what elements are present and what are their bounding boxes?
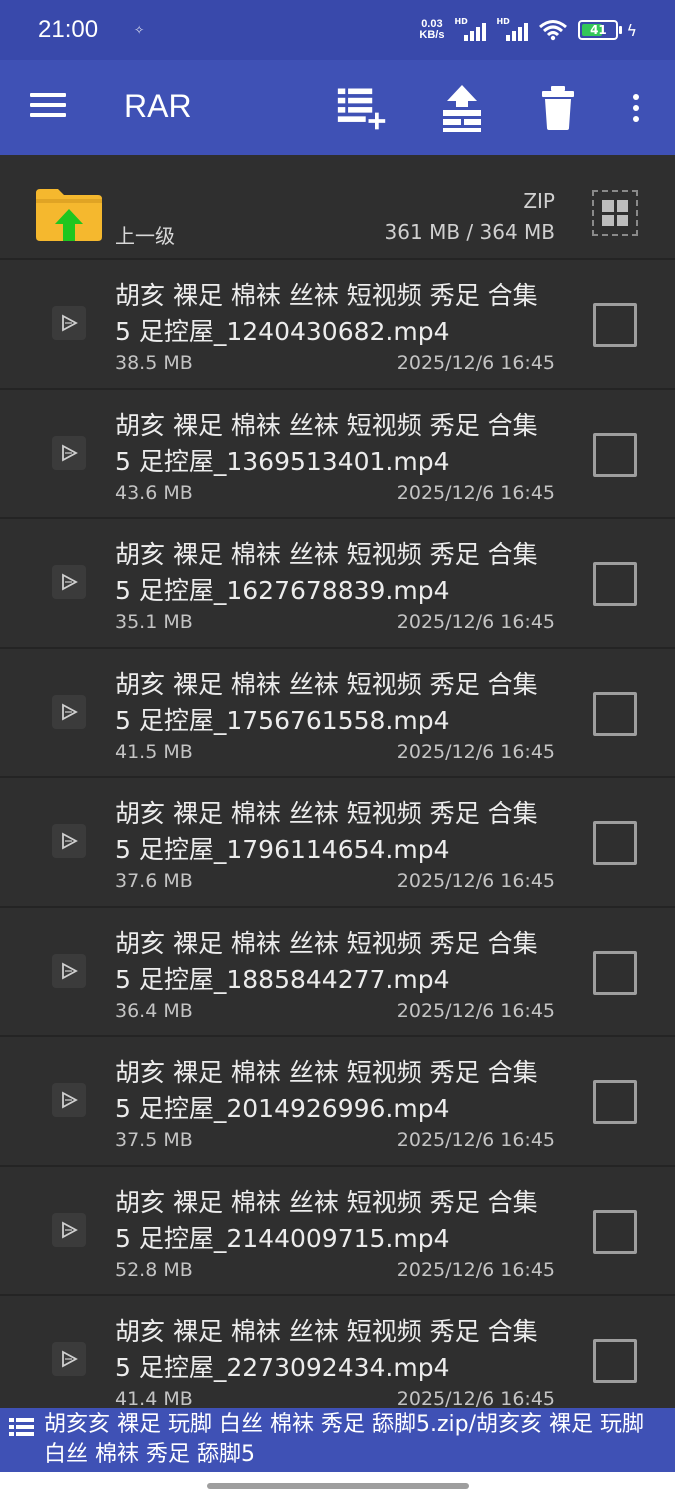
network-speed: 0.03 KB/s [419, 19, 444, 41]
file-name: 胡亥 裸足 棉袜 丝袜 短视频 秀足 合集 5 足控屋_2273092434.m… [115, 1317, 538, 1382]
file-size: 38.5 MB [115, 352, 193, 374]
gesture-bar-area [0, 1472, 675, 1500]
menu-button[interactable] [30, 93, 66, 123]
video-file-icon [52, 1212, 86, 1247]
path-bar: 胡亥亥 裸足 玩脚 白丝 棉袜 秀足 舔脚5.zip/胡亥亥 裸足 玩脚 白丝 … [0, 1408, 675, 1472]
file-select-checkbox[interactable] [593, 1209, 637, 1254]
video-file-icon [52, 565, 86, 599]
file-date: 2025/12/6 16:45 [396, 870, 555, 892]
file-size: 43.6 MB [115, 481, 193, 504]
delete-button[interactable] [532, 82, 584, 134]
app-title: RAR [124, 88, 192, 124]
video-file-icon [52, 824, 86, 858]
file-size: 41.5 MB [115, 740, 193, 763]
file-row[interactable]: 胡亥 裸足 棉袜 丝袜 短视频 秀足 合集 5 足控屋_1240430682.m… [0, 260, 675, 390]
file-name: 胡亥 裸足 棉袜 丝袜 短视频 秀足 合集 5 足控屋_1240430682.m… [115, 281, 538, 346]
file-list: 胡亥 裸足 棉袜 丝袜 短视频 秀足 合集 5 足控屋_1240430682.m… [0, 260, 675, 1426]
select-all-button[interactable] [592, 190, 638, 236]
file-row[interactable]: 胡亥 裸足 棉袜 丝袜 短视频 秀足 合集 5 足控屋_2014926996.m… [0, 1037, 675, 1167]
file-date: 2025/12/6 16:45 [396, 481, 555, 504]
file-select-checkbox[interactable] [593, 432, 637, 477]
file-select-checkbox[interactable] [593, 1339, 637, 1383]
file-date: 2025/12/6 16:45 [396, 1388, 555, 1410]
more-options-button[interactable] [622, 90, 650, 126]
folder-up-icon [36, 189, 102, 241]
file-name: 胡亥 裸足 棉袜 丝袜 短视频 秀足 合集 5 足控屋_2014926996.m… [115, 1058, 538, 1123]
file-size: 52.8 MB [115, 1258, 193, 1281]
file-row[interactable]: 胡亥 裸足 棉袜 丝袜 短视频 秀足 合集 5 足控屋_2273092434.m… [0, 1296, 675, 1426]
parent-directory-label: 上一级 [115, 224, 175, 248]
file-date: 2025/12/6 16:45 [396, 1258, 555, 1281]
file-name: 胡亥 裸足 棉袜 丝袜 短视频 秀足 合集 5 足控屋_1756761558.m… [115, 669, 538, 735]
file-select-checkbox[interactable] [593, 691, 637, 736]
video-file-icon [52, 306, 86, 340]
notification-dot-icon: ✧ [134, 23, 145, 37]
file-name: 胡亥 裸足 棉袜 丝袜 短视频 秀足 合集 5 足控屋_1369513401.m… [115, 410, 538, 476]
file-size: 35.1 MB [115, 611, 193, 633]
parent-directory-row[interactable]: 上一级 ZIP 361 MB / 364 MB [0, 155, 675, 260]
file-name: 胡亥 裸足 棉袜 丝袜 短视频 秀足 合集 5 足控屋_2144009715.m… [115, 1187, 538, 1253]
archive-type-label: ZIP [523, 189, 555, 213]
app-bar: RAR [0, 60, 675, 155]
network-speed-unit: KB/s [419, 29, 445, 41]
file-select-checkbox[interactable] [593, 950, 637, 995]
delete-icon [542, 86, 574, 130]
file-row[interactable]: 胡亥 裸足 棉袜 丝袜 短视频 秀足 合集 5 足控屋_1756761558.m… [0, 648, 675, 778]
file-select-checkbox[interactable] [593, 562, 637, 606]
file-row[interactable]: 胡亥 裸足 棉袜 丝袜 短视频 秀足 合集 5 足控屋_1627678839.m… [0, 519, 675, 649]
grid-icon [602, 200, 628, 226]
video-file-icon [52, 435, 86, 470]
add-to-archive-button[interactable] [336, 82, 388, 134]
file-select-checkbox[interactable] [593, 821, 637, 865]
video-file-icon [52, 694, 86, 729]
file-date: 2025/12/6 16:45 [396, 611, 555, 633]
file-date: 2025/12/6 16:45 [396, 352, 555, 374]
file-name: 胡亥 裸足 棉袜 丝袜 短视频 秀足 合集 5 足控屋_1885844277.m… [115, 928, 538, 994]
file-row[interactable]: 胡亥 裸足 棉袜 丝袜 短视频 秀足 合集 5 足控屋_1369513401.m… [0, 389, 675, 519]
file-name: 胡亥 裸足 棉袜 丝袜 短视频 秀足 合集 5 足控屋_1627678839.m… [115, 540, 538, 605]
file-row[interactable]: 胡亥 裸足 棉袜 丝袜 短视频 秀足 合集 5 足控屋_1885844277.m… [0, 907, 675, 1037]
file-select-checkbox[interactable] [593, 303, 637, 347]
file-size: 36.4 MB [115, 999, 193, 1022]
extract-icon [443, 85, 481, 132]
file-date: 2025/12/6 16:45 [396, 1129, 555, 1151]
video-file-icon [52, 1083, 86, 1117]
file-date: 2025/12/6 16:45 [396, 999, 555, 1022]
file-size: 41.4 MB [115, 1388, 193, 1410]
file-date: 2025/12/6 16:45 [396, 740, 555, 763]
file-size: 37.5 MB [115, 1129, 193, 1151]
charging-icon: ϟ [626, 20, 637, 40]
extract-button[interactable] [436, 82, 488, 134]
status-indicators: 0.03 KB/s HD HD 41 ϟ [419, 17, 637, 41]
archive-size-summary: 361 MB / 364 MB [384, 220, 555, 244]
file-name: 胡亥 裸足 棉袜 丝袜 短视频 秀足 合集 5 足控屋_1796114654.m… [115, 799, 538, 864]
cell-signal-icon-2: HD [496, 17, 529, 41]
file-size: 37.6 MB [115, 870, 193, 892]
home-indicator[interactable] [207, 1483, 469, 1489]
status-bar: 21:00 ✧ 0.03 KB/s HD HD 41 ϟ [0, 0, 675, 60]
wifi-icon [539, 20, 568, 41]
video-file-icon [52, 953, 86, 988]
cell-signal-icon: HD [454, 17, 487, 41]
file-row[interactable]: 胡亥 裸足 棉袜 丝袜 短视频 秀足 合集 5 足控屋_2144009715.m… [0, 1166, 675, 1296]
battery-level: 41 [590, 23, 607, 37]
archive-path-text: 胡亥亥 裸足 玩脚 白丝 棉袜 秀足 舔脚5.zip/胡亥亥 裸足 玩脚 白丝 … [44, 1412, 644, 1467]
file-row[interactable]: 胡亥 裸足 棉袜 丝袜 短视频 秀足 合集 5 足控屋_1796114654.m… [0, 778, 675, 908]
battery-icon: 41 ϟ [578, 20, 637, 40]
add-to-archive-icon [337, 88, 386, 130]
file-select-checkbox[interactable] [593, 1080, 637, 1124]
archive-path-icon [9, 1418, 34, 1436]
status-time: 21:00 [38, 16, 99, 43]
video-file-icon [52, 1342, 86, 1376]
